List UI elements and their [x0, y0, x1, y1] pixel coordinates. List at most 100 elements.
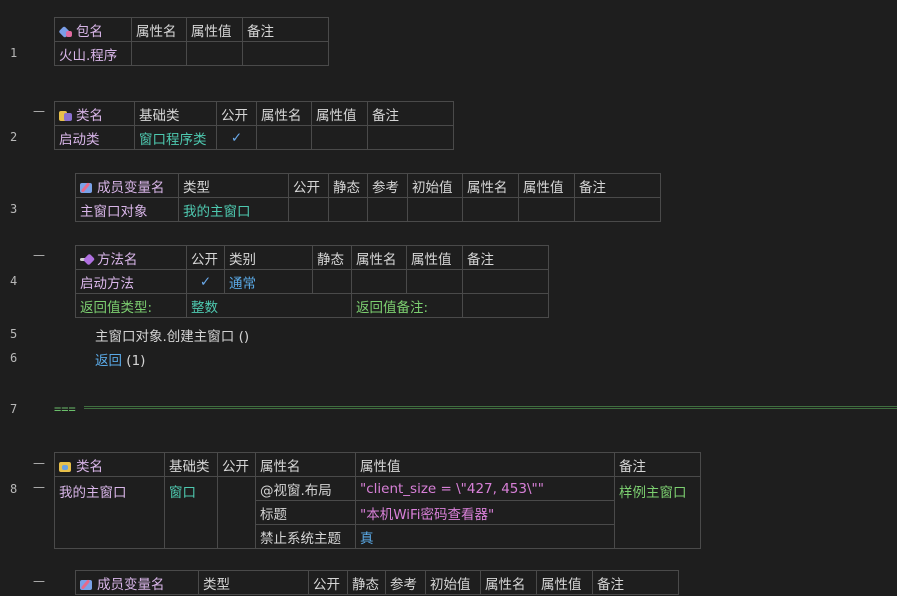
- header-cell: 基础类: [134, 101, 217, 126]
- table-cell[interactable]: [131, 41, 187, 66]
- package-name-cell[interactable]: 火山.程序: [54, 41, 132, 66]
- header-cell: 属性值: [536, 570, 593, 595]
- property-name-cell[interactable]: @视窗.布局: [255, 476, 356, 501]
- fold-toggle[interactable]: —: [33, 104, 47, 118]
- separator-line: [84, 406, 897, 409]
- fold-toggle[interactable]: —: [33, 480, 47, 494]
- header-cell: 属性值: [186, 17, 243, 42]
- return-note-label: 返回值备注:: [351, 293, 463, 318]
- method-name-cell[interactable]: 启动方法: [75, 269, 187, 294]
- separator-marker: ===: [54, 402, 76, 416]
- header-cell: 属性名: [255, 452, 356, 477]
- method-category-cell[interactable]: 通常: [224, 269, 313, 294]
- header-cell: 静态: [312, 245, 352, 270]
- property-value-cell[interactable]: "client_size = \"427, 453\"": [355, 476, 615, 501]
- header-cell: 静态: [328, 173, 368, 198]
- line-number: 2: [10, 130, 18, 144]
- fold-toggle[interactable]: —: [33, 456, 47, 470]
- header-cell: 公开: [288, 173, 329, 198]
- class-table-2: 类名 基础类 公开 属性名 属性值 备注 我的主窗口 窗口 @视窗.布局 "cl…: [54, 452, 701, 549]
- header-cell: 备注: [614, 452, 701, 477]
- pencil-icon: [80, 181, 94, 194]
- public-checkmark[interactable]: ✓: [186, 269, 225, 294]
- code-line[interactable]: 返回 (1): [95, 349, 145, 369]
- table-cell[interactable]: [462, 197, 519, 222]
- property-name-cell[interactable]: 标题: [255, 500, 356, 525]
- table-cell[interactable]: [242, 41, 329, 66]
- class-icon: [59, 109, 73, 122]
- header-cell: 属性名: [256, 101, 312, 126]
- table-cell[interactable]: [256, 125, 312, 150]
- header-cell: 备注: [242, 17, 329, 42]
- header-cell: 备注: [367, 101, 454, 126]
- header-cell: 属性名: [351, 245, 407, 270]
- table-cell[interactable]: [518, 197, 575, 222]
- class-name-header: 类名: [54, 452, 165, 477]
- return-args: (1): [126, 353, 146, 369]
- method-icon: [80, 252, 96, 266]
- header-cell: 公开: [186, 245, 225, 270]
- line-number: 8: [10, 482, 18, 496]
- header-cell: 参考: [385, 570, 426, 595]
- return-note-value[interactable]: [462, 293, 549, 318]
- base-class-cell[interactable]: 窗口程序类: [134, 125, 217, 150]
- package-table: 包名 属性名 属性值 备注 火山.程序: [54, 17, 329, 66]
- return-keyword: 返回: [95, 353, 122, 369]
- header-cell: 备注: [574, 173, 661, 198]
- header-cell: 初始值: [425, 570, 481, 595]
- table-cell[interactable]: [462, 269, 549, 294]
- package-icon: [58, 25, 73, 38]
- note-cell[interactable]: 样例主窗口: [614, 476, 701, 549]
- class-name-cell[interactable]: 启动类: [54, 125, 135, 150]
- header-cell: 属性值: [406, 245, 463, 270]
- class-name-header: 类名: [54, 101, 135, 126]
- window-class-icon: [59, 460, 73, 473]
- property-name-cell[interactable]: 禁止系统主题: [255, 524, 356, 549]
- pencil-icon: [80, 578, 94, 591]
- header-cell: 属性值: [311, 101, 368, 126]
- header-cell: 属性名: [462, 173, 519, 198]
- line-number: 6: [10, 351, 18, 365]
- table-cell[interactable]: [186, 41, 243, 66]
- table-cell[interactable]: [406, 269, 463, 294]
- return-type-label: 返回值类型:: [75, 293, 187, 318]
- header-cell: 基础类: [164, 452, 218, 477]
- table-cell[interactable]: [312, 269, 352, 294]
- header-cell: 属性名: [480, 570, 537, 595]
- table-cell[interactable]: [367, 197, 408, 222]
- base-class-cell[interactable]: 窗口: [164, 476, 218, 549]
- return-type-value[interactable]: 整数: [186, 293, 352, 318]
- method-name-header: 方法名: [75, 245, 187, 270]
- line-number: 5: [10, 327, 18, 341]
- public-checkmark[interactable]: ✓: [216, 125, 257, 150]
- header-cell: 公开: [216, 101, 257, 126]
- property-value-cell[interactable]: "本机WiFi密码查看器": [355, 500, 615, 525]
- class-name-cell[interactable]: 我的主窗口: [54, 476, 165, 549]
- header-cell: 类型: [178, 173, 289, 198]
- header-cell: 公开: [308, 570, 348, 595]
- method-table: 方法名 公开 类别 静态 属性名 属性值 备注 启动方法 ✓ 通常 返回值类型:…: [75, 245, 549, 318]
- property-value-cell[interactable]: 真: [355, 524, 615, 549]
- fold-toggle[interactable]: —: [33, 248, 47, 262]
- code-line[interactable]: 主窗口对象.创建主窗口 (): [95, 325, 249, 345]
- table-cell[interactable]: [351, 269, 407, 294]
- header-cell: 备注: [462, 245, 549, 270]
- table-cell[interactable]: [311, 125, 368, 150]
- table-cell[interactable]: [288, 197, 329, 222]
- line-number: 1: [10, 46, 18, 60]
- table-cell[interactable]: [574, 197, 661, 222]
- header-cell: 属性值: [518, 173, 575, 198]
- fold-toggle[interactable]: —: [33, 574, 47, 588]
- line-number: 3: [10, 202, 18, 216]
- header-cell: 参考: [367, 173, 408, 198]
- member-variable-table: 成员变量名 类型 公开 静态 参考 初始值 属性名 属性值 备注 主窗口对象 我…: [75, 173, 661, 222]
- member-name-cell[interactable]: 主窗口对象: [75, 197, 179, 222]
- header-cell: 备注: [592, 570, 679, 595]
- table-cell[interactable]: [367, 125, 454, 150]
- member-type-cell[interactable]: 我的主窗口: [178, 197, 289, 222]
- table-cell[interactable]: [328, 197, 368, 222]
- public-cell[interactable]: [217, 476, 256, 549]
- member-name-header: 成员变量名: [75, 570, 199, 595]
- table-cell[interactable]: [407, 197, 463, 222]
- header-cell: 静态: [347, 570, 386, 595]
